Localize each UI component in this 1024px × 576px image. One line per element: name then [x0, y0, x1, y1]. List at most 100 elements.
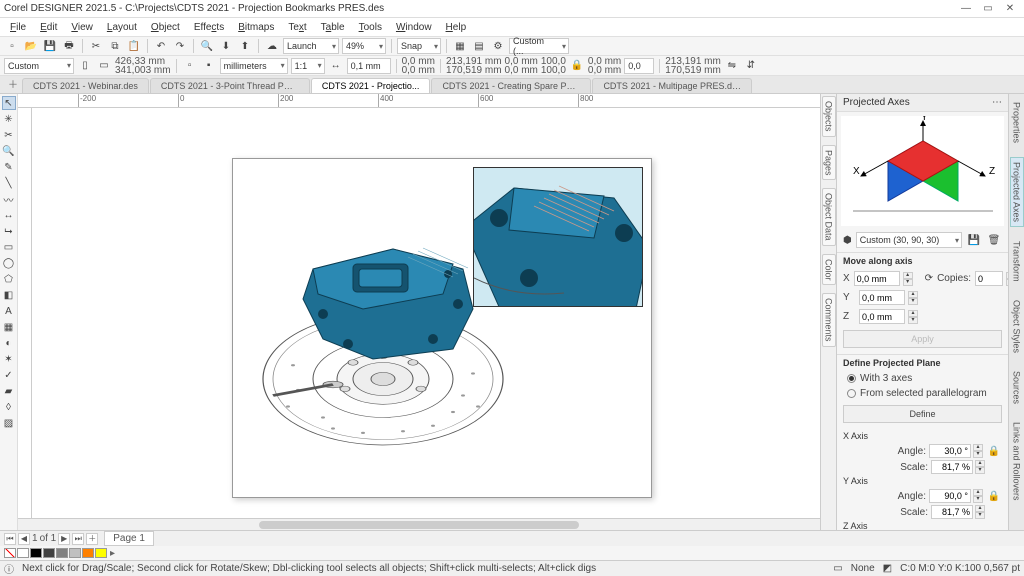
paste-icon[interactable]: 📋 [126, 38, 142, 54]
menu-layout[interactable]: Layout [101, 20, 143, 35]
undo-icon[interactable]: ↶ [153, 38, 169, 54]
projection-preset-dropdown[interactable]: Custom (30, 90, 30) [856, 232, 962, 248]
doc-tab-1[interactable]: CDTS 2021 - 3-Point Thread PRES.des* [150, 78, 310, 93]
effects-tool-icon[interactable]: ✶ [2, 352, 16, 366]
launch-dropdown[interactable]: Launch [283, 38, 339, 54]
doc-tab-0[interactable]: CDTS 2021 - Webinar.des [22, 78, 149, 93]
cut-icon[interactable]: ✂ [88, 38, 104, 54]
new-icon[interactable]: ▫ [4, 38, 20, 54]
cycle-icon[interactable]: ⟳ [925, 273, 933, 284]
close-button[interactable]: ✕ [1000, 2, 1020, 16]
transparency-tool-icon[interactable]: ▨ [2, 416, 16, 430]
mirror-h-icon[interactable]: ⇋ [724, 58, 740, 74]
rectangle-tool-icon[interactable]: ▭ [2, 240, 16, 254]
all-pages-icon[interactable]: ▫ [182, 58, 198, 74]
ruler-horizontal[interactable]: -2000 200400 600800 [18, 94, 820, 108]
import-icon[interactable]: ⬇ [218, 38, 234, 54]
mirror-v-icon[interactable]: ⇵ [743, 58, 759, 74]
swatch[interactable] [69, 548, 81, 558]
menu-bitmaps[interactable]: Bitmaps [232, 20, 280, 35]
radio-3-axes[interactable]: With 3 axes [837, 371, 1008, 386]
move-z-input[interactable] [859, 309, 905, 324]
print-icon[interactable]: 🖶 [61, 38, 77, 54]
save-icon[interactable]: 💾 [42, 38, 58, 54]
ftab-object-styles[interactable]: Object Styles [1011, 296, 1023, 357]
table-tool-icon[interactable]: ▦ [2, 320, 16, 334]
curve-tool-icon[interactable]: 〰 [2, 192, 16, 206]
open-icon[interactable]: 📂 [23, 38, 39, 54]
docker-pages[interactable]: Pages [822, 145, 836, 181]
eyedropper-tool-icon[interactable]: ✓ [2, 368, 16, 382]
publish-icon[interactable]: ☁ [264, 38, 280, 54]
page-preset-dropdown[interactable]: Custom [4, 58, 74, 74]
outline-tool-icon[interactable]: ◊ [2, 400, 16, 414]
menu-text[interactable]: Text [282, 20, 312, 35]
menu-effects[interactable]: Effects [188, 20, 230, 35]
pick-tool-icon[interactable]: ↖ [2, 96, 16, 110]
nudge-input[interactable] [347, 58, 391, 74]
radio-parallelogram[interactable]: From selected parallelogram [837, 386, 1008, 401]
doc-tab-4[interactable]: CDTS 2021 - Multipage PRES.des [592, 78, 752, 93]
swatch[interactable] [30, 548, 42, 558]
copies-input[interactable] [975, 271, 1003, 286]
guides-icon[interactable]: ▤ [471, 38, 487, 54]
prev-page-button[interactable]: ◀ [18, 533, 30, 545]
lock-ratio-icon[interactable]: 🔒 [569, 58, 585, 74]
swatch[interactable] [56, 548, 68, 558]
scrollbar-horizontal[interactable] [18, 518, 820, 530]
docker-menu-icon[interactable]: ⋯ [992, 97, 1002, 108]
move-x-input[interactable] [854, 271, 900, 286]
swatch[interactable] [43, 548, 55, 558]
save-preset-icon[interactable]: 💾 [966, 232, 982, 248]
ruler-vertical[interactable] [18, 108, 32, 518]
menu-tools[interactable]: Tools [353, 20, 388, 35]
search-icon[interactable]: 🔍 [199, 38, 215, 54]
no-color-swatch[interactable] [4, 548, 16, 558]
text-tool-icon[interactable]: A [2, 304, 16, 318]
palette-more-icon[interactable]: ▸ [110, 548, 115, 559]
x-angle-input[interactable] [929, 444, 971, 458]
snap-dropdown[interactable]: Snap [397, 38, 441, 54]
docker-objects[interactable]: Objects [822, 96, 836, 137]
lock-icon[interactable]: 🔒 [986, 443, 1002, 459]
orientation-landscape-icon[interactable]: ▭ [96, 58, 112, 74]
ftab-properties[interactable]: Properties [1011, 98, 1023, 147]
menu-file[interactable]: File [4, 20, 32, 35]
menu-object[interactable]: Object [145, 20, 186, 35]
tab-new-icon[interactable]: ＋ [4, 74, 22, 93]
x-scale-input[interactable] [931, 460, 973, 474]
lock-icon[interactable]: 🔒 [986, 488, 1002, 504]
apply-button[interactable]: Apply [843, 330, 1002, 348]
callout-tool-icon[interactable]: ◐ [2, 336, 16, 350]
minimize-button[interactable]: — [956, 2, 976, 16]
docker-comments[interactable]: Comments [822, 293, 836, 347]
ftab-projected-axes[interactable]: Projected Axes [1010, 157, 1024, 227]
redo-icon[interactable]: ↷ [172, 38, 188, 54]
export-icon[interactable]: ⬆ [237, 38, 253, 54]
ftab-links[interactable]: Links and Rollovers [1011, 418, 1023, 505]
drawing-canvas[interactable] [32, 108, 820, 518]
doc-tab-2[interactable]: CDTS 2021 - Projectio... [311, 78, 431, 93]
crop-tool-icon[interactable]: ✂ [2, 128, 16, 142]
shape-tool-icon[interactable]: ✳ [2, 112, 16, 126]
ellipse-tool-icon[interactable]: ◯ [2, 256, 16, 270]
y-scale-input[interactable] [931, 505, 973, 519]
menu-table[interactable]: Table [315, 20, 351, 35]
copy-icon[interactable]: ⧉ [107, 38, 123, 54]
define-button[interactable]: Define [843, 405, 1002, 423]
fill-tool-icon[interactable]: ▰ [2, 384, 16, 398]
swatch[interactable] [82, 548, 94, 558]
options-icon[interactable]: ⚙ [490, 38, 506, 54]
projected-shape-icon[interactable]: ◧ [2, 288, 16, 302]
units-dropdown[interactable]: millimeters [220, 58, 288, 74]
ftab-transform[interactable]: Transform [1011, 237, 1023, 286]
angle-input[interactable] [624, 58, 654, 74]
delete-preset-icon[interactable]: 🗑 [986, 232, 1002, 248]
first-page-button[interactable]: ⏮ [4, 533, 16, 545]
move-y-input[interactable] [859, 290, 905, 305]
docker-object-data[interactable]: Object Data [822, 188, 836, 246]
zoom-dropdown[interactable]: 49% [342, 38, 386, 54]
fill-indicator-icon[interactable]: ◩ [883, 563, 892, 574]
ratio-dropdown[interactable]: 1:1 [291, 58, 325, 74]
orientation-portrait-icon[interactable]: ▯ [77, 58, 93, 74]
